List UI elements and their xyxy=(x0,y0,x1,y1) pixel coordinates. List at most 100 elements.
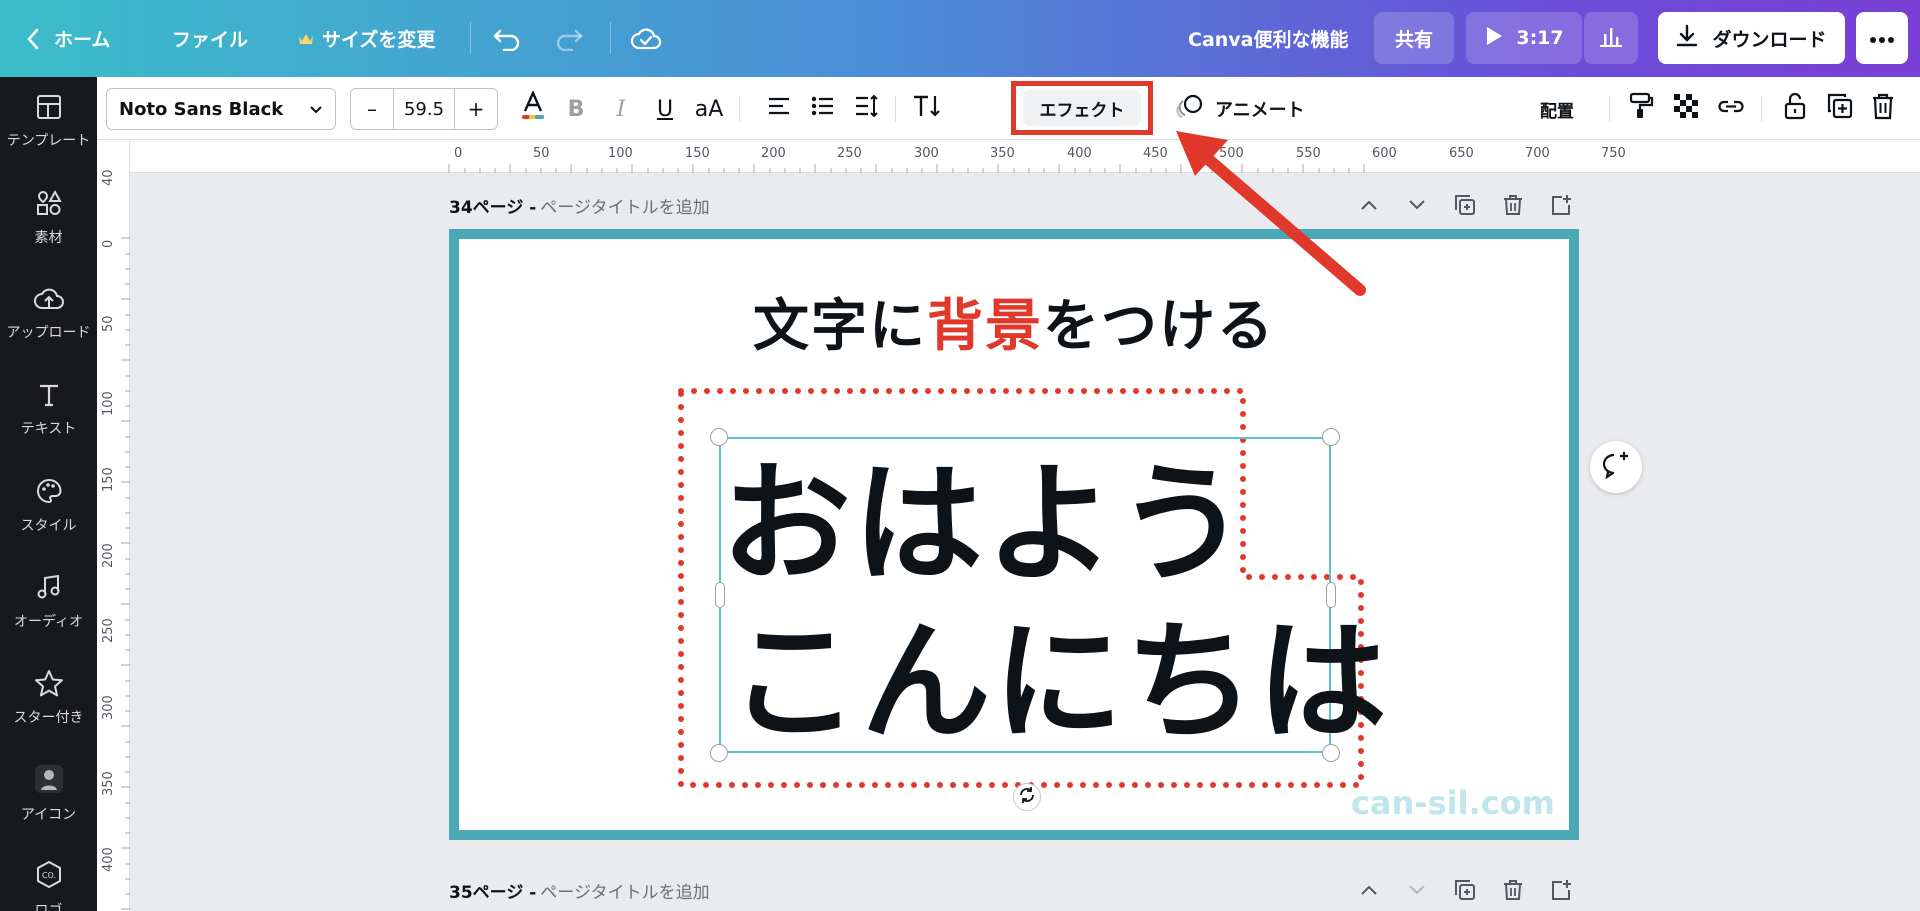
lock-button[interactable] xyxy=(1777,91,1813,127)
page-35-actions xyxy=(1356,877,1574,903)
rotate-handle[interactable] xyxy=(1013,783,1041,811)
cloud-check-icon xyxy=(630,27,662,51)
design-page-34[interactable]: 文字に背景をつける おはよう こんにちは can-sil.com xyxy=(449,229,1579,840)
sidebar-item-starred[interactable]: スター付き xyxy=(0,653,97,743)
top-ruler: 0 50 100 150 200 250 300 350 400 450 500… xyxy=(97,140,1920,173)
left-sidebar: テンプレート 素材 アップロード テキスト スタイル オーディオ スター付き ア… xyxy=(0,77,97,911)
letter-case-button[interactable]: aA xyxy=(691,91,727,127)
file-label: ファイル xyxy=(172,29,249,51)
animate-button[interactable]: アニメート xyxy=(1175,88,1305,130)
watermark: can-sil.com xyxy=(1350,784,1555,822)
resize-button[interactable]: サイズを変更 xyxy=(298,0,435,77)
redo-icon xyxy=(554,27,584,51)
share-button[interactable]: 共有 xyxy=(1374,12,1454,64)
text-color-button[interactable] xyxy=(515,90,551,127)
italic-button[interactable]: I xyxy=(603,91,639,127)
resize-handle[interactable] xyxy=(710,744,728,762)
ruler-tick-label: 100 xyxy=(101,391,116,416)
sidebar-item-icons[interactable]: アイコン xyxy=(0,749,97,839)
project-title[interactable]: Canva便利な機能 xyxy=(1188,0,1349,77)
present-button[interactable]: 3:17 xyxy=(1466,12,1582,64)
text-line-1[interactable]: おはよう xyxy=(721,459,1249,589)
palette-icon xyxy=(35,477,63,509)
text-line-2[interactable]: こんにちは xyxy=(729,617,1389,747)
underline-button[interactable]: U xyxy=(647,91,683,127)
duplicate-page-button[interactable] xyxy=(1452,192,1478,218)
sidebar-label: 素材 xyxy=(34,230,63,246)
delete-button[interactable] xyxy=(1865,91,1901,127)
transparency-icon xyxy=(1673,93,1699,125)
avatar-icon xyxy=(34,764,64,798)
file-menu[interactable]: ファイル xyxy=(172,0,248,77)
delete-page-button[interactable] xyxy=(1500,192,1526,218)
delete-page-button[interactable] xyxy=(1500,877,1526,903)
increase-size-button[interactable]: + xyxy=(455,89,497,129)
move-page-up-button[interactable] xyxy=(1356,192,1382,218)
animate-icon xyxy=(1175,93,1205,126)
insights-button[interactable] xyxy=(1584,12,1638,64)
redo-button[interactable] xyxy=(554,0,584,77)
duplicate-page-button[interactable] xyxy=(1452,877,1478,903)
sidebar-label: ロゴ xyxy=(34,903,63,911)
page-34-actions xyxy=(1356,192,1574,218)
sidebar-item-styles[interactable]: スタイル xyxy=(0,461,97,551)
font-family-dropdown[interactable]: Noto Sans Black xyxy=(106,88,336,130)
ruler-tick-label: 400 xyxy=(1067,146,1092,161)
duplicate-button[interactable] xyxy=(1822,91,1858,127)
trash-icon xyxy=(1871,92,1895,126)
add-page-button[interactable] xyxy=(1548,192,1574,218)
sidebar-item-text[interactable]: テキスト xyxy=(0,365,97,455)
toolbar-divider xyxy=(1609,96,1610,122)
link-button[interactable] xyxy=(1713,91,1749,127)
ruler-tick-label: 0 xyxy=(454,146,463,161)
download-button[interactable]: ダウンロード xyxy=(1658,12,1845,64)
ruler-tick-label: 250 xyxy=(837,146,862,161)
sidebar-label: スタイル xyxy=(20,518,77,534)
undo-icon xyxy=(492,27,522,51)
transparency-button[interactable] xyxy=(1668,91,1704,127)
resize-handle[interactable] xyxy=(1322,428,1340,446)
copy-style-button[interactable] xyxy=(1623,91,1659,127)
page-34-header: 34ページ - ページタイトルを追加 xyxy=(449,190,710,220)
duplicate-icon xyxy=(1827,93,1853,125)
play-icon xyxy=(1484,25,1504,52)
font-name: Noto Sans Black xyxy=(119,98,284,120)
ruler-tick-label: 150 xyxy=(101,467,116,492)
link-icon xyxy=(1716,96,1746,122)
list-button[interactable] xyxy=(805,91,841,127)
page-title-input[interactable]: ページタイトルを追加 xyxy=(540,878,709,903)
arrange-button[interactable]: 配置 xyxy=(1540,88,1574,130)
sidebar-item-audio[interactable]: オーディオ xyxy=(0,557,97,647)
home-button[interactable]: ホーム xyxy=(26,0,110,77)
move-page-down-button[interactable] xyxy=(1404,877,1430,903)
add-page-button[interactable] xyxy=(1548,877,1574,903)
sidebar-item-templates[interactable]: テンプレート xyxy=(0,77,97,167)
bold-button[interactable]: B xyxy=(558,91,594,127)
resize-handle[interactable] xyxy=(710,428,728,446)
side-resize-handle[interactable] xyxy=(1326,582,1336,608)
elements-icon xyxy=(35,189,63,221)
effects-button[interactable]: エフェクト xyxy=(1023,90,1141,126)
spacing-button[interactable] xyxy=(849,91,885,127)
music-icon xyxy=(36,573,62,605)
page-title-input[interactable]: ページタイトルを追加 xyxy=(540,193,709,218)
align-button[interactable] xyxy=(761,91,797,127)
move-page-down-button[interactable] xyxy=(1404,192,1430,218)
sidebar-item-logos[interactable]: CO. ロゴ xyxy=(0,845,97,911)
sidebar-label: スター付き xyxy=(13,710,84,726)
more-options-button[interactable] xyxy=(1856,12,1908,64)
cloud-saved-button[interactable] xyxy=(630,0,662,77)
sidebar-item-elements[interactable]: 素材 xyxy=(0,173,97,263)
play-time: 3:17 xyxy=(1516,27,1564,49)
decrease-size-button[interactable]: – xyxy=(351,89,393,129)
font-size-input[interactable]: 59.5 xyxy=(393,89,455,129)
undo-button[interactable] xyxy=(492,0,522,77)
sidebar-item-uploads[interactable]: アップロード xyxy=(0,269,97,359)
vertical-text-button[interactable] xyxy=(909,91,945,127)
ruler-tick-label: 500 xyxy=(1219,146,1244,161)
star-icon xyxy=(34,669,64,701)
move-page-up-button[interactable] xyxy=(1356,877,1382,903)
add-comment-button[interactable] xyxy=(1590,441,1642,493)
ruler-tick-label: 350 xyxy=(990,146,1015,161)
crown-icon xyxy=(298,32,314,46)
